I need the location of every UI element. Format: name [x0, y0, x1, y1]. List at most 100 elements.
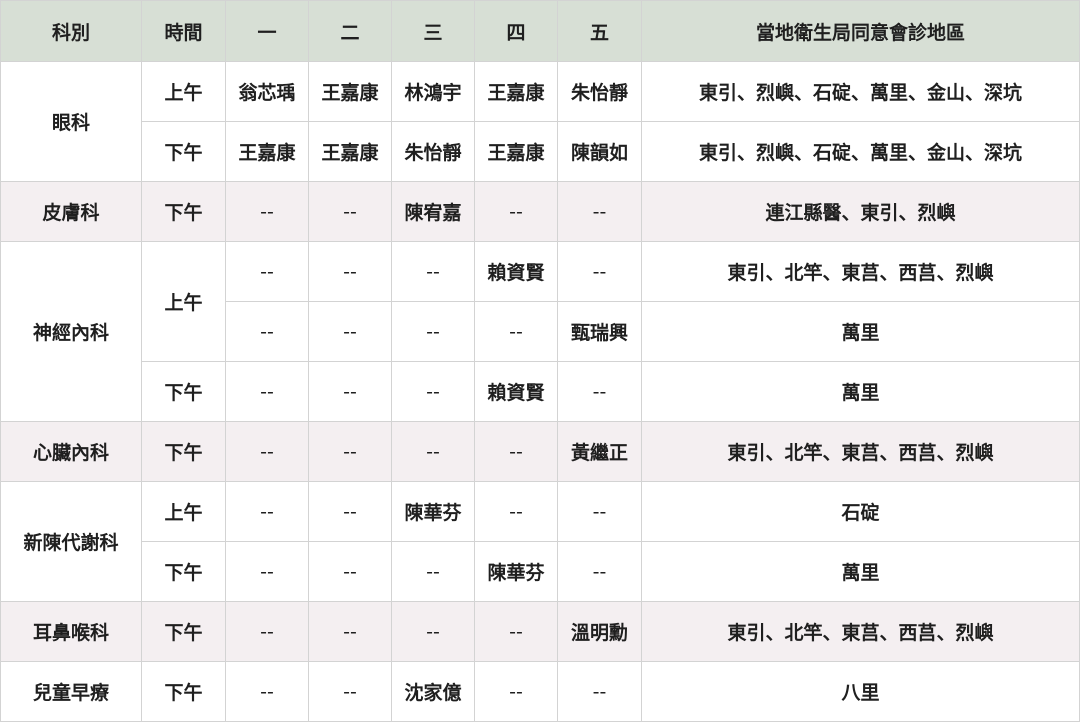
doctor-cell: -- [225, 481, 309, 542]
doctor-cell: 翁芯瑀 [225, 61, 309, 122]
doctor-cell: -- [308, 481, 392, 542]
doctor-cell: 王嘉康 [474, 121, 558, 182]
region-cell: 石碇 [641, 481, 1080, 542]
header-day-fri: 五 [557, 0, 642, 62]
table-row: 皮膚科 下午 -- -- 陳宥嘉 -- -- 連江縣醫、東引、烈嶼 [0, 181, 1080, 242]
doctor-cell: -- [308, 661, 392, 722]
table-row: 耳鼻喉科 下午 -- -- -- -- 溫明勳 東引、北竿、東莒、西莒、烈嶼 [0, 601, 1080, 662]
doctor-cell: 賴資賢 [474, 241, 558, 302]
table-row: 下午 -- -- -- 陳華芬 -- 萬里 [1, 541, 1080, 602]
time-cell: 上午 [141, 241, 226, 362]
doctor-cell: 朱怡靜 [391, 121, 475, 182]
header-day-thu: 四 [474, 0, 558, 62]
doctor-cell: -- [391, 421, 475, 482]
region-cell: 東引、北竿、東莒、西莒、烈嶼 [641, 421, 1080, 482]
region-cell: 萬里 [641, 541, 1080, 602]
doctor-cell: -- [557, 661, 642, 722]
doctor-cell: -- [391, 601, 475, 662]
doctor-cell: -- [225, 661, 309, 722]
region-cell: 東引、北竿、東莒、西莒、烈嶼 [641, 241, 1080, 302]
doctor-cell: -- [308, 601, 392, 662]
time-cell: 上午 [141, 61, 226, 122]
doctor-cell: -- [391, 361, 475, 422]
doctor-cell: -- [474, 301, 558, 362]
doctor-cell: 賴資賢 [474, 361, 558, 422]
table-row: 眼科 上午 翁芯瑀 王嘉康 林鴻宇 王嘉康 朱怡靜 東引、烈嶼、石碇、萬里、金山… [0, 61, 1080, 182]
dept-cell: 皮膚科 [0, 181, 142, 242]
doctor-cell: -- [225, 241, 309, 302]
doctor-cell: -- [308, 421, 392, 482]
doctor-cell: -- [557, 481, 642, 542]
table-row: 下午 -- -- -- 賴資賢 -- 萬里 [1, 361, 1080, 422]
doctor-cell: 王嘉康 [225, 121, 309, 182]
region-cell: 八里 [641, 661, 1080, 722]
doctor-cell: -- [391, 241, 475, 302]
time-cell: 下午 [141, 361, 226, 422]
doctor-cell: -- [225, 601, 309, 662]
region-cell: 萬里 [641, 301, 1080, 362]
time-cell: 下午 [141, 421, 226, 482]
header-day-tue: 二 [308, 0, 392, 62]
table-row: 心臟內科 下午 -- -- -- -- 黃繼正 東引、北竿、東莒、西莒、烈嶼 [0, 421, 1080, 482]
doctor-cell: -- [225, 421, 309, 482]
doctor-cell: 甄瑞興 [557, 301, 642, 362]
doctor-cell: -- [557, 241, 642, 302]
doctor-cell: -- [474, 481, 558, 542]
doctor-cell: 陳韻如 [557, 121, 642, 182]
doctor-cell: -- [557, 361, 642, 422]
doctor-cell: 林鴻宇 [391, 61, 475, 122]
doctor-cell: -- [557, 541, 642, 602]
time-cell: 下午 [141, 601, 226, 662]
dept-cell: 兒童早療 [0, 661, 142, 722]
table-row: 兒童早療 下午 -- -- 沈家億 -- -- 八里 [0, 661, 1080, 722]
doctor-cell: -- [225, 361, 309, 422]
doctor-cell: 陳華芬 [474, 541, 558, 602]
doctor-cell: 王嘉康 [308, 121, 392, 182]
dept-cell: 耳鼻喉科 [0, 601, 142, 662]
dept-cell: 眼科 [0, 61, 142, 182]
region-cell: 東引、烈嶼、石碇、萬里、金山、深坑 [641, 121, 1080, 182]
table-row: 神經內科 上午 -- -- -- 賴資賢 -- 東引、北竿、東莒、西莒、烈嶼 [0, 241, 1080, 422]
doctor-cell: -- [225, 181, 309, 242]
doctor-cell: 朱怡靜 [557, 61, 642, 122]
header-time: 時間 [141, 0, 226, 62]
doctor-cell: -- [391, 301, 475, 362]
table-row: 新陳代謝科 上午 -- -- 陳華芬 -- -- 石碇 [0, 481, 1080, 602]
doctor-cell: -- [225, 541, 309, 602]
dept-cell: 心臟內科 [0, 421, 142, 482]
time-cell: 下午 [141, 661, 226, 722]
doctor-cell: -- [225, 301, 309, 362]
doctor-cell: -- [474, 181, 558, 242]
dept-cell: 神經內科 [0, 241, 142, 422]
header-region: 當地衛生局同意會診地區 [641, 0, 1080, 62]
doctor-cell: -- [474, 601, 558, 662]
doctor-cell: 沈家億 [391, 661, 475, 722]
dept-cell: 新陳代謝科 [0, 481, 142, 602]
region-cell: 萬里 [641, 361, 1080, 422]
time-cell: 下午 [141, 541, 226, 602]
doctor-cell: -- [308, 361, 392, 422]
doctor-cell: -- [308, 541, 392, 602]
region-cell: 連江縣醫、東引、烈嶼 [641, 181, 1080, 242]
region-cell: 東引、北竿、東莒、西莒、烈嶼 [641, 601, 1080, 662]
doctor-cell: -- [557, 181, 642, 242]
consultation-schedule-table: 科別 時間 一 二 三 四 五 當地衛生局同意會診地區 眼科 上午 翁芯瑀 王嘉… [0, 0, 1080, 722]
doctor-cell: -- [308, 301, 392, 362]
table-row: 下午 王嘉康 王嘉康 朱怡靜 王嘉康 陳韻如 東引、烈嶼、石碇、萬里、金山、深坑 [1, 121, 1080, 182]
doctor-cell: 黃繼正 [557, 421, 642, 482]
time-cell: 上午 [141, 481, 226, 542]
time-cell: 下午 [141, 181, 226, 242]
header-day-wed: 三 [391, 0, 475, 62]
doctor-cell: 王嘉康 [308, 61, 392, 122]
header-row: 科別 時間 一 二 三 四 五 當地衛生局同意會診地區 [0, 0, 1080, 62]
doctor-cell: 王嘉康 [474, 61, 558, 122]
doctor-cell: 陳華芬 [391, 481, 475, 542]
doctor-cell: 溫明勳 [557, 601, 642, 662]
header-dept: 科別 [0, 0, 142, 62]
doctor-cell: -- [308, 241, 392, 302]
doctor-cell: -- [308, 181, 392, 242]
doctor-cell: -- [474, 421, 558, 482]
doctor-cell: -- [391, 541, 475, 602]
header-day-mon: 一 [225, 0, 309, 62]
doctor-cell: 陳宥嘉 [391, 181, 475, 242]
